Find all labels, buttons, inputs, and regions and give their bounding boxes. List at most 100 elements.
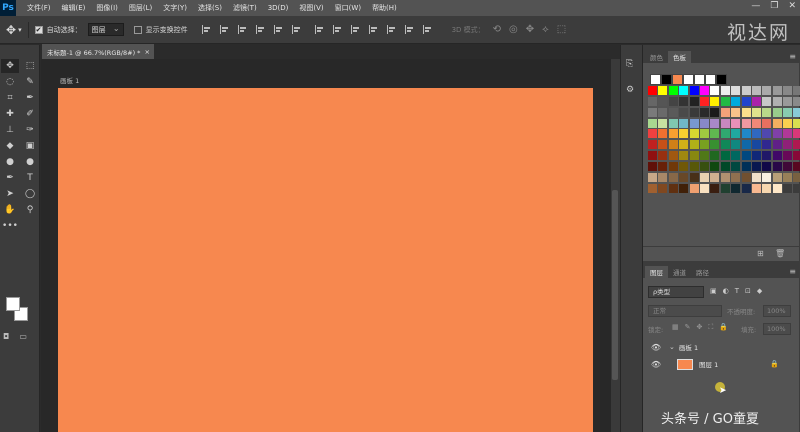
fill-field[interactable]: 100% [763,323,791,335]
swatch[interactable] [751,162,761,172]
move-tool-icon[interactable]: ✥ [1,59,19,73]
visibility-eye-icon[interactable]: 👁 [649,343,663,352]
swatch[interactable] [648,96,657,106]
swatch[interactable] [772,85,782,95]
align-top-icon[interactable] [201,25,211,34]
swatch[interactable] [689,173,699,183]
swatch[interactable] [772,140,782,150]
new-swatch-icon[interactable]: ⊞ [757,249,764,258]
clone-stamp-icon[interactable]: ⊥ [1,123,19,137]
swatch[interactable] [772,151,782,161]
swatch[interactable] [720,140,730,150]
close-tab-icon[interactable]: × [144,48,149,56]
swatch[interactable] [658,85,668,95]
swatch[interactable] [741,129,751,139]
swatch[interactable] [741,85,751,95]
orbit-3d-icon[interactable]: ⟲ [493,24,501,35]
swatch[interactable] [751,173,761,183]
swatch[interactable] [793,107,800,117]
align-left-icon[interactable] [255,25,265,34]
lock-pixels-icon[interactable]: ✎ [685,323,691,332]
eyedropper-tool-icon[interactable]: ✒ [21,91,39,105]
swatch[interactable] [710,129,720,139]
swatch[interactable] [783,183,793,193]
swatch[interactable] [751,85,761,95]
history-brush-icon[interactable]: ✑ [21,123,39,137]
swatch[interactable] [731,151,741,161]
swatch[interactable] [793,85,800,95]
swatch[interactable] [772,96,782,106]
swatch[interactable] [793,183,800,193]
swatch[interactable] [689,118,699,128]
lock-position-icon[interactable]: ✥ [697,323,703,332]
swatch[interactable] [710,96,720,106]
swatch[interactable] [731,107,741,117]
swatch[interactable] [731,85,741,95]
blur-tool-icon[interactable]: ● [1,155,19,169]
swatch[interactable] [741,118,751,128]
swatch[interactable] [741,96,751,106]
lasso-tool-icon[interactable]: ◌ [1,75,19,89]
lock-artboard-icon[interactable]: ⛶ [708,323,713,332]
swatch[interactable] [689,183,699,193]
ellipse-tool-icon[interactable]: ◯ [21,187,39,201]
slide-3d-icon[interactable]: ⟡ [542,24,549,35]
auto-select-checkbox[interactable]: ✔ [34,25,43,34]
swatch[interactable] [793,162,800,172]
restore-icon[interactable]: ❐ [770,1,778,11]
swatch[interactable] [648,151,657,161]
swatch[interactable] [783,96,793,106]
move-tool-icon[interactable]: ✥ [6,23,16,37]
swatch[interactable] [720,129,730,139]
swatch[interactable] [658,151,668,161]
menu-image[interactable]: 图像(I) [96,3,118,13]
swatch[interactable] [783,118,793,128]
swatch[interactable] [658,173,668,183]
quick-select-tool-icon[interactable]: ✎ [21,75,39,89]
menu-view[interactable]: 视图(V) [299,3,323,13]
swatch[interactable] [793,129,800,139]
align-vcenter-icon[interactable] [219,25,229,34]
swatch[interactable] [731,162,741,172]
menu-filter[interactable]: 滤镜(T) [233,3,257,13]
history-panel-icon[interactable]: ⎘ [626,59,638,71]
swatch[interactable] [668,96,678,106]
zoom-tool-icon[interactable]: ⚲ [21,203,39,217]
swatch[interactable] [751,96,761,106]
recent-swatch[interactable] [716,74,727,85]
swatch[interactable] [699,118,709,128]
swatch[interactable] [720,173,730,183]
swatch[interactable] [679,162,689,172]
align-bottom-icon[interactable] [237,25,247,34]
swatch[interactable] [679,85,689,95]
swatch[interactable] [699,140,709,150]
swatch[interactable] [689,140,699,150]
auto-align-icon[interactable] [422,25,432,34]
type-tool-icon[interactable]: T [21,171,39,185]
swatch[interactable] [668,162,678,172]
swatch[interactable] [762,140,772,150]
dodge-tool-icon[interactable]: ● [21,155,39,169]
scrollbar-thumb[interactable] [612,190,618,380]
swatch[interactable] [762,173,772,183]
swatch[interactable] [762,151,772,161]
swatch[interactable] [783,107,793,117]
swatch[interactable] [731,118,741,128]
delete-swatch-icon[interactable]: 🗑 [775,249,785,258]
quick-mask-icon[interactable]: ◘ [3,332,9,341]
swatch[interactable] [731,96,741,106]
layer-filter-dropdown[interactable]: ρ类型 [648,286,704,298]
swatch[interactable] [741,140,751,150]
swatch[interactable] [658,129,668,139]
swatch[interactable] [689,129,699,139]
align-hcenter-icon[interactable] [273,25,283,34]
swatch[interactable] [679,140,689,150]
menu-select[interactable]: 选择(S) [198,3,222,13]
swatch[interactable] [783,151,793,161]
swatch[interactable] [689,162,699,172]
swatch[interactable] [689,85,699,95]
swatch[interactable] [710,118,720,128]
swatch[interactable] [762,107,772,117]
distribute-vcenter-icon[interactable] [332,25,342,34]
swatch[interactable] [658,183,668,193]
